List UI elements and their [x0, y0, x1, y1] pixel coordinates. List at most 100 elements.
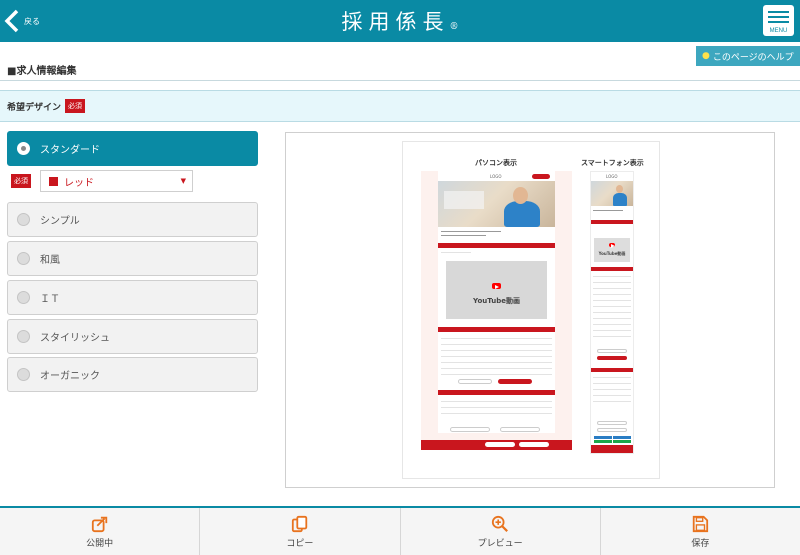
sp-video-placeholder: YouTube動画: [594, 238, 630, 262]
person-figure: [504, 201, 540, 227]
design-option-simple[interactable]: シンプル: [7, 202, 258, 237]
sp-social-button: [613, 440, 631, 443]
table-line: [593, 389, 631, 390]
section-bar: [591, 267, 633, 271]
sp-preview-mockup: LOGO YouTube動画: [590, 171, 634, 454]
pc-footer-button: [450, 427, 490, 432]
sp-social-button: [594, 436, 612, 439]
required-badge: 必須: [65, 99, 86, 113]
text-line: [593, 210, 623, 211]
table-line: [593, 318, 631, 319]
option-label: スタイリッシュ: [40, 333, 110, 344]
menu-label: MENU: [769, 28, 788, 34]
preview-button[interactable]: プレビュー: [401, 508, 601, 555]
person-figure: [613, 193, 627, 206]
table-line: [593, 336, 631, 337]
design-option-stylish[interactable]: スタイリッシュ: [7, 319, 258, 354]
text-line: [441, 235, 486, 236]
sp-social-button: [613, 436, 631, 439]
table-line: [593, 383, 631, 384]
play-icon: [492, 283, 501, 289]
design-option-organic[interactable]: オーガニック: [7, 357, 258, 392]
pc-tel-button: [458, 379, 492, 384]
table-line: [441, 407, 552, 408]
zoom-in-icon: [492, 515, 509, 532]
hamburger-icon-bar: [768, 16, 789, 18]
registered-mark: ®: [449, 22, 459, 32]
pc-preview-title: パソコン表示: [475, 159, 517, 167]
table-line: [441, 362, 552, 363]
option-label: 和風: [40, 255, 60, 266]
sp-footer-button: [597, 421, 627, 425]
person-head: [616, 185, 623, 193]
divider: [0, 80, 800, 81]
table-line: [593, 288, 631, 289]
help-button[interactable]: ● このページのヘルプ: [696, 46, 800, 66]
option-label: オーガニック: [40, 371, 100, 382]
app-title: 採用係長®: [0, 6, 800, 36]
person-head: [513, 187, 528, 204]
table-line: [441, 401, 552, 402]
sp-tel-button: [597, 349, 627, 353]
design-option-japanese[interactable]: 和風: [7, 241, 258, 276]
table-line: [441, 356, 552, 357]
table-line: [593, 300, 631, 301]
color-swatch: [49, 176, 58, 186]
hamburger-icon: [768, 11, 789, 13]
table-line: [593, 401, 631, 402]
table-line: [441, 368, 552, 369]
app-header: 戻る 採用係長® MENU: [0, 0, 800, 42]
chevron-down-icon: ▼: [180, 177, 186, 185]
radio-icon: [17, 252, 30, 265]
text-line: [441, 231, 501, 232]
table-line: [593, 306, 631, 307]
color-select[interactable]: レッド ▼: [40, 170, 193, 192]
option-label: スタンダード: [40, 145, 100, 156]
pc-preview-mockup: LOGO YouTube動画: [421, 171, 572, 450]
sp-logo: LOGO: [606, 174, 618, 179]
pc-logo: LOGO: [490, 174, 502, 179]
sp-apply-button: [597, 356, 627, 360]
design-option-standard[interactable]: スタンダード: [7, 131, 258, 166]
pc-apply-button: [498, 379, 532, 384]
pc-footer-bar: [421, 440, 572, 450]
radio-icon: [17, 213, 30, 226]
menu-button[interactable]: MENU: [763, 5, 794, 36]
pc-footer-tel: [485, 442, 515, 447]
publish-label: 公開中: [86, 538, 114, 549]
table-line: [593, 312, 631, 313]
radio-icon: [17, 368, 30, 381]
section-bar: [438, 243, 555, 248]
bottom-toolbar: 公開中 コピー プレビュー 保存: [0, 506, 800, 555]
copy-button[interactable]: コピー: [200, 508, 401, 555]
pc-video-label: YouTube動画: [473, 297, 520, 305]
table-line: [441, 350, 552, 351]
sp-preview-title: スマートフォン表示: [581, 159, 644, 167]
required-badge: 必須: [11, 174, 31, 188]
sp-video-label: YouTube動画: [598, 251, 626, 256]
option-label: シンプル: [40, 216, 80, 227]
publish-button[interactable]: 公開中: [0, 508, 201, 555]
option-label: ＩＴ: [40, 294, 60, 305]
sp-hero-image: [591, 181, 633, 206]
section-label: 希望デザイン: [7, 102, 62, 113]
save-button[interactable]: 保存: [601, 508, 800, 555]
section-bar: [591, 220, 633, 224]
color-row: 必須 レッド ▼: [11, 170, 193, 192]
play-icon: [609, 243, 616, 248]
save-label: 保存: [691, 538, 710, 549]
hamburger-icon-bar: [768, 21, 789, 23]
section-bar: [438, 390, 555, 395]
design-option-it[interactable]: ＩＴ: [7, 280, 258, 315]
table-line: [593, 276, 631, 277]
radio-icon: [17, 330, 30, 343]
color-select-value: レッド: [64, 177, 94, 189]
table-line: [593, 282, 631, 283]
sp-social-button: [594, 440, 612, 443]
page-title: ■求人情報編集: [7, 66, 77, 77]
preview-image: パソコン表示 スマートフォン表示 LOGO YouTube動画 LOGO You…: [402, 141, 660, 479]
pc-header-button: [532, 174, 550, 179]
lightbulb-icon: ●: [702, 51, 710, 61]
radio-icon: [17, 291, 30, 304]
text-line: [441, 252, 471, 253]
